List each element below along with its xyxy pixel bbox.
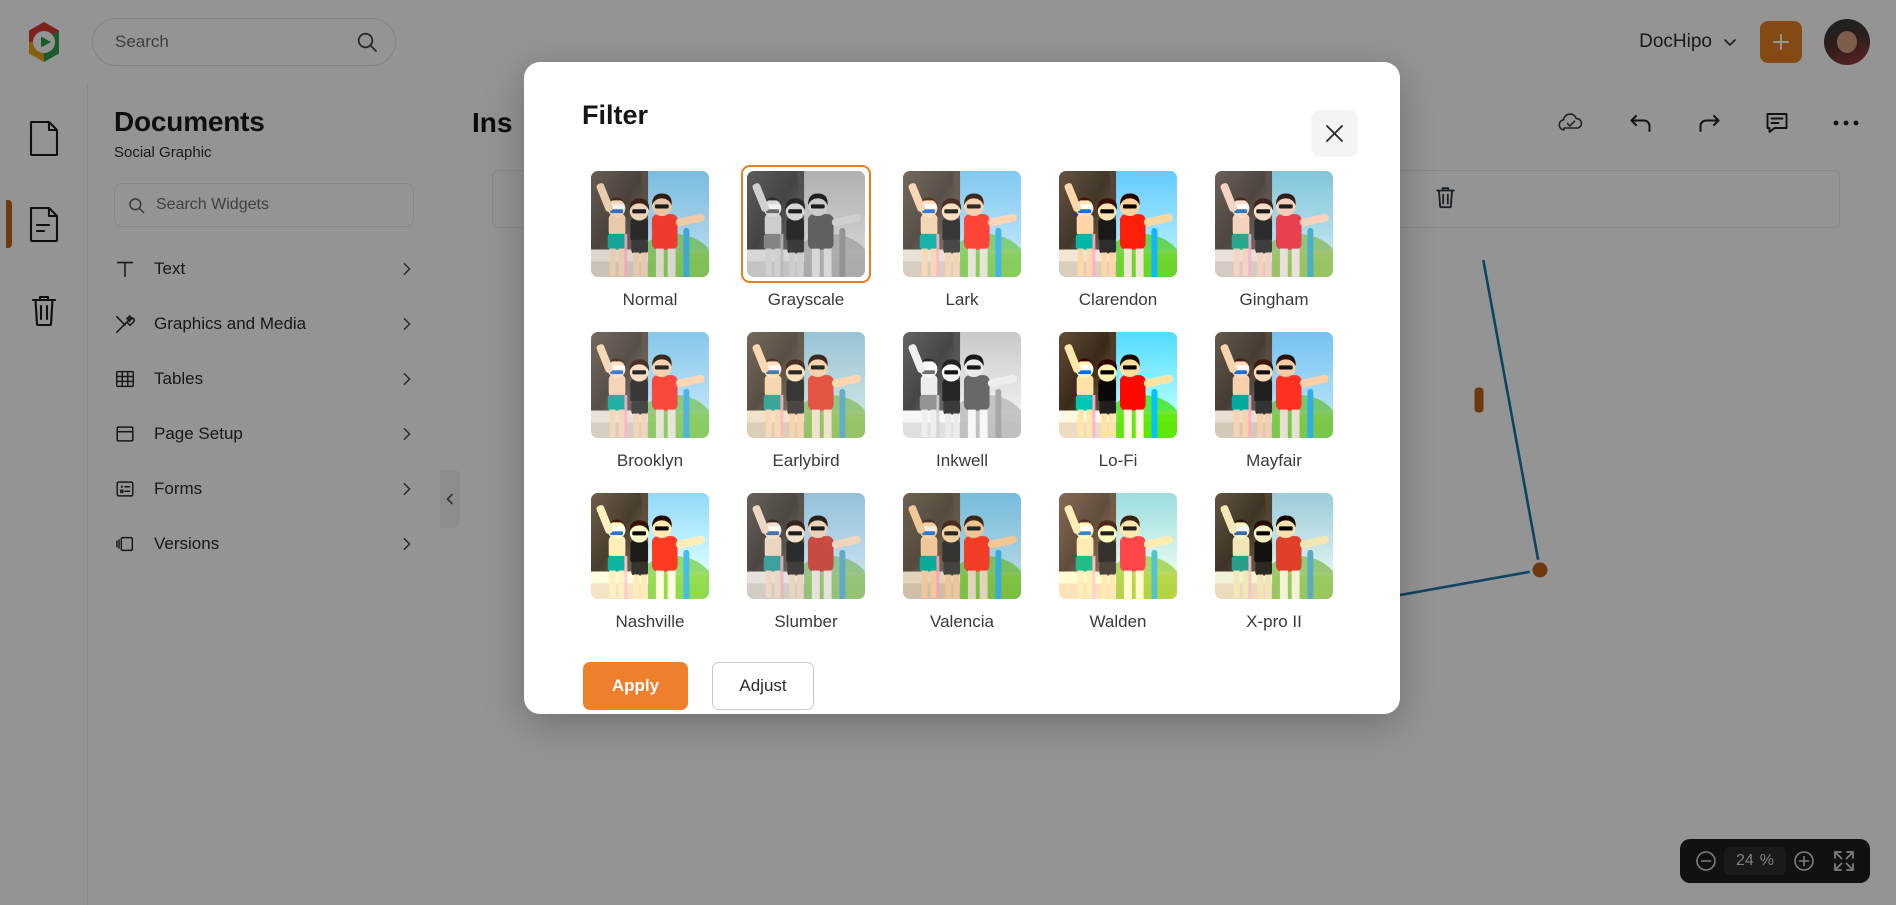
app-root: DocHipo xyxy=(0,0,1896,905)
filter-thumbnail-frame xyxy=(741,487,871,605)
filter-grid: Normal Grayscale Lark Clarendon Gingham … xyxy=(582,165,1342,632)
filter-thumbnail-image xyxy=(591,332,709,438)
filter-thumbnail-frame xyxy=(1053,487,1183,605)
filter-thumbnail-frame xyxy=(585,487,715,605)
close-button[interactable] xyxy=(1311,110,1358,157)
filter-label: Grayscale xyxy=(767,290,845,309)
filter-thumbnail-frame xyxy=(1053,326,1183,444)
filter-label: Brooklyn xyxy=(616,451,684,470)
filter-label: Earlybird xyxy=(772,451,840,470)
filter-thumbnail-frame xyxy=(741,326,871,444)
filter-thumbnail-image xyxy=(903,493,1021,599)
filter-thumbnail-frame xyxy=(1209,487,1339,605)
filter-option[interactable]: Slumber xyxy=(741,487,871,632)
dialog-actions: Apply Adjust xyxy=(582,662,1342,710)
filter-thumbnail-frame xyxy=(585,165,715,283)
filter-label: Nashville xyxy=(615,612,685,631)
adjust-button[interactable]: Adjust xyxy=(712,662,814,710)
filter-option[interactable]: Earlybird xyxy=(741,326,871,471)
filter-label: Mayfair xyxy=(1246,451,1302,470)
filter-label: Gingham xyxy=(1239,290,1309,309)
filter-thumbnail-image xyxy=(591,493,709,599)
filter-option[interactable]: Brooklyn xyxy=(585,326,715,471)
filter-option[interactable]: Lark xyxy=(897,165,1027,310)
filter-thumbnail-image xyxy=(1215,332,1333,438)
filter-thumbnail-image xyxy=(1059,332,1177,438)
filter-option[interactable]: Normal xyxy=(585,165,715,310)
filter-option[interactable]: Valencia xyxy=(897,487,1027,632)
filter-thumbnail-image xyxy=(747,493,865,599)
filter-thumbnail-image xyxy=(591,171,709,277)
filter-label: Walden xyxy=(1089,612,1147,631)
filter-option[interactable]: Nashville xyxy=(585,487,715,632)
filter-thumbnail-frame xyxy=(897,487,1027,605)
filter-label: Inkwell xyxy=(936,451,988,470)
filter-thumbnail-image xyxy=(747,171,865,277)
filter-thumbnail-frame xyxy=(897,165,1027,283)
filter-label: Clarendon xyxy=(1078,290,1158,309)
filter-thumbnail-frame xyxy=(897,326,1027,444)
filter-label: Normal xyxy=(622,290,678,309)
filter-option[interactable]: Gingham xyxy=(1209,165,1339,310)
filter-label: Lo-Fi xyxy=(1098,451,1138,470)
filter-thumbnail-frame xyxy=(585,326,715,444)
filter-option[interactable]: Lo-Fi xyxy=(1053,326,1183,471)
filter-option[interactable]: X-pro II xyxy=(1209,487,1339,632)
close-icon xyxy=(1326,125,1343,142)
filter-thumbnail-frame xyxy=(1209,326,1339,444)
filter-option[interactable]: Clarendon xyxy=(1053,165,1183,310)
filter-option[interactable]: Inkwell xyxy=(897,326,1027,471)
filter-label: Valencia xyxy=(930,612,994,631)
filter-option[interactable]: Grayscale xyxy=(741,165,871,310)
filter-thumbnail-image xyxy=(1059,493,1177,599)
filter-thumbnail-image xyxy=(1215,171,1333,277)
filter-thumbnail-image xyxy=(1059,171,1177,277)
filter-thumbnail-image xyxy=(1215,493,1333,599)
filter-label: X-pro II xyxy=(1246,612,1302,631)
filter-thumbnail-frame xyxy=(741,165,871,283)
filter-thumbnail-image xyxy=(747,332,865,438)
filter-thumbnail-frame xyxy=(1209,165,1339,283)
filter-dialog: Filter Normal Grayscale Lark Clarendon G… xyxy=(524,62,1400,714)
filter-thumbnail-image xyxy=(903,171,1021,277)
filter-label: Lark xyxy=(945,290,979,309)
filter-thumbnail-frame xyxy=(1053,165,1183,283)
filter-label: Slumber xyxy=(774,612,838,631)
filter-thumbnail-image xyxy=(903,332,1021,438)
filter-option[interactable]: Mayfair xyxy=(1209,326,1339,471)
filter-option[interactable]: Walden xyxy=(1053,487,1183,632)
dialog-title: Filter xyxy=(582,100,649,130)
apply-button[interactable]: Apply xyxy=(583,662,688,710)
